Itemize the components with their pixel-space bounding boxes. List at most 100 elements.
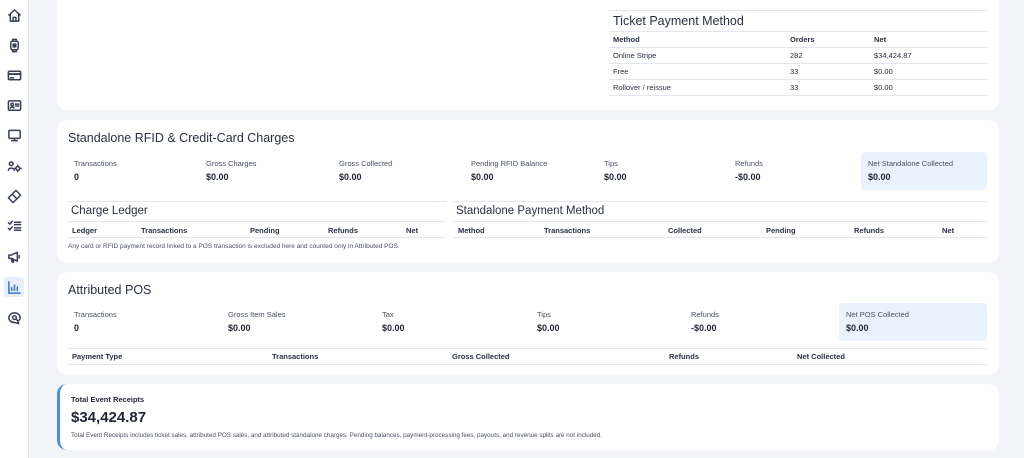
stat-net-standalone-collected: Net Standalone Collected $0.00 [868,159,953,182]
stat-value: 0 [74,172,80,182]
stat-tax: Tax $0.00 [382,310,405,333]
stat-label: Transactions [74,310,117,319]
table-row: Free 33 $0.00 [609,63,987,81]
ticket-payment-title: Ticket Payment Method [613,14,744,28]
divider [68,201,446,202]
standalone-payment-title: Standalone Payment Method [456,205,605,217]
divider [453,201,987,202]
stat-label: Gross Collected [339,159,393,168]
stat-transactions: Transactions 0 [74,310,117,333]
pos-col-payment-type: Payment Type [72,352,123,361]
total-receipts-value: $34,424.87 [71,409,147,426]
stat-gross-charges: Gross Charges $0.00 [206,159,256,182]
net-cell: $0.00 [870,63,987,81]
credit-card-icon[interactable] [4,65,24,85]
net-cell: $0.00 [870,79,987,97]
stat-label: Gross Item Sales [228,310,286,319]
payment-col-refunds: Refunds [854,226,884,235]
sidebar [0,0,29,458]
stat-label: Tips [537,310,551,319]
stat-value: -$0.00 [735,172,761,182]
column-header: Net [870,32,987,48]
orders-cell: 33 [786,79,870,97]
stat-net-pos-collected: Net POS Collected $0.00 [846,310,909,333]
divider [68,237,446,238]
home-icon[interactable] [4,5,24,25]
stat-value: $0.00 [206,172,229,182]
method-cell: Online Stripe [609,47,786,64]
divider [453,221,987,222]
stat-refunds: Refunds -$0.00 [691,310,719,333]
charge-ledger-title: Charge Ledger [71,205,148,217]
stat-tips: Tips $0.00 [604,159,627,182]
method-cell: Rollover / reissue [609,79,786,97]
stat-label: Pending RFID Balance [471,159,548,168]
stat-value: $0.00 [339,172,362,182]
divider [68,348,987,349]
chat-search-icon[interactable] [4,308,24,328]
attributed-pos-card: Attributed POS Transactions 0 Gross Item… [57,272,999,375]
pos-col-transactions: Transactions [272,352,319,361]
stat-label: Refunds [735,159,763,168]
net-cell: $34,424.87 [870,47,987,64]
stat-value: $0.00 [382,323,405,333]
standalone-charges-card: Standalone RFID & Credit-Card Charges Tr… [57,120,999,263]
ledger-col-transactions: Transactions [141,226,188,235]
pos-col-gross-collected: Gross Collected [452,352,510,361]
bar-chart-icon[interactable] [4,277,24,297]
divider [453,237,987,238]
stat-label: Transactions [74,159,117,168]
stat-gross-item-sales: Gross Item Sales $0.00 [228,310,286,333]
id-card-icon[interactable] [4,95,24,115]
stat-value: $0.00 [846,323,869,333]
orders-cell: 282 [786,47,870,64]
ticket-payment-table: Method Orders Net Online Stripe 282 $34,… [609,32,987,97]
divider [68,221,446,222]
stat-value: $0.00 [228,323,251,333]
divider [68,364,987,365]
stat-label: Refunds [691,310,719,319]
stat-transactions: Transactions 0 [74,159,117,182]
checklist-icon[interactable] [4,216,24,236]
stat-value: $0.00 [604,172,627,182]
payment-col-method: Method [458,226,485,235]
total-receipts-card: Total Event Receipts $34,424.87 Total Ev… [57,384,999,450]
column-header: Method [609,32,786,48]
stat-refunds: Refunds -$0.00 [735,159,763,182]
stat-value: -$0.00 [691,323,717,333]
stat-value: $0.00 [471,172,494,182]
ticket-icon[interactable] [4,186,24,206]
ticket-summary-card: Ticket Payment Method Method Orders Net … [57,0,999,110]
ledger-col-ledger: Ledger [72,226,98,235]
stat-label: Net POS Collected [846,310,909,319]
users-gear-icon[interactable] [4,156,24,176]
standalone-title: Standalone RFID & Credit-Card Charges [68,131,295,145]
method-cell: Free [609,63,786,81]
payment-col-pending: Pending [766,226,796,235]
ledger-col-net: Net [406,226,419,235]
stat-value: $0.00 [537,323,560,333]
total-receipts-note: Total Event Receipts includes ticket sal… [71,432,603,439]
column-header: Orders [786,32,870,48]
stat-label: Tips [604,159,618,168]
stat-gross-collected: Gross Collected $0.00 [339,159,392,182]
monitor-icon[interactable] [4,125,24,145]
ledger-col-refunds: Refunds [328,226,358,235]
ledger-col-pending: Pending [250,226,280,235]
total-receipts-label: Total Event Receipts [71,395,145,404]
stat-value: 0 [74,323,80,333]
pos-col-net-collected: Net Collected [797,352,845,361]
stat-value: $0.00 [868,172,891,182]
pos-col-refunds: Refunds [669,352,699,361]
payment-col-net: Net [942,226,955,235]
payment-col-transactions: Transactions [544,226,591,235]
stat-label: Tax [382,310,394,319]
megaphone-icon[interactable] [4,246,24,266]
payment-col-collected: Collected [668,226,702,235]
table-row: Online Stripe 282 $34,424.87 [609,47,987,64]
wristband-icon[interactable] [4,35,24,55]
stat-label: Net Standalone Collected [868,159,954,168]
table-row: Rollover / reissue 33 $0.00 [609,79,987,97]
standalone-note: Any card or RFID payment record linked t… [68,243,400,250]
stat-tips: Tips $0.00 [537,310,560,333]
